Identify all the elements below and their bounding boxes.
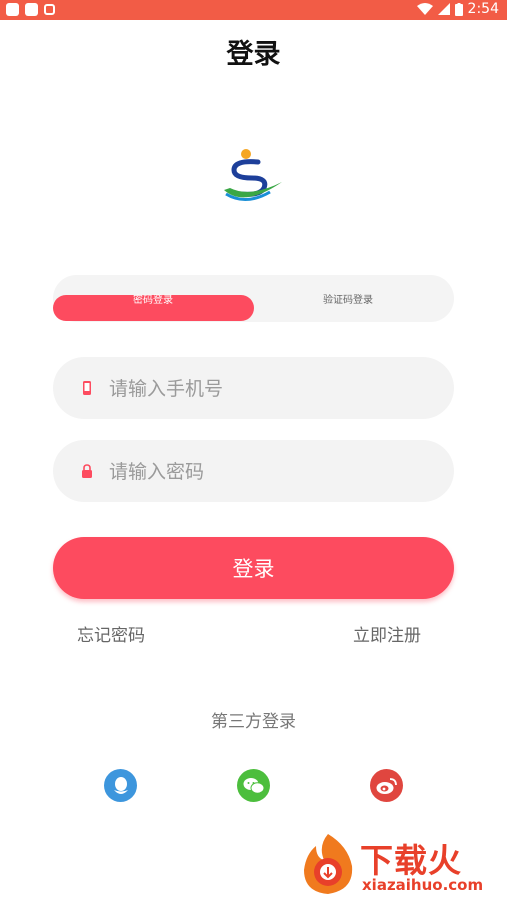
qq-login-button[interactable] (104, 769, 137, 802)
tab-code-login[interactable]: 验证码登录 (323, 291, 373, 306)
weibo-icon (376, 777, 397, 794)
notification-icons (6, 3, 55, 16)
app-logo (224, 149, 282, 201)
register-link[interactable]: 立即注册 (353, 621, 421, 646)
phone-field[interactable] (53, 357, 454, 419)
qq-icon (113, 776, 128, 794)
system-icons: 2:54 (416, 1, 499, 17)
login-button[interactable]: 登录 (53, 537, 454, 599)
third-party-title: 第三方登录 (211, 712, 296, 732)
watermark-text: 下载火 (360, 841, 462, 880)
lock-icon (82, 464, 92, 478)
wechat-icon (243, 777, 264, 794)
watermark: 下载火 xiazaihuo.com (298, 832, 503, 896)
status-bar: 2:54 (0, 0, 507, 20)
signal-icon (437, 3, 450, 15)
tab-password-login[interactable]: 密码登录 (133, 291, 173, 306)
page-title: 登录 (226, 39, 281, 70)
clock: 2:54 (467, 1, 499, 17)
notification-icon (6, 3, 19, 16)
image-notification-icon (44, 4, 55, 15)
phone-input[interactable] (107, 373, 431, 405)
notification-icon (25, 3, 38, 16)
wifi-icon (416, 3, 433, 15)
weibo-login-button[interactable] (370, 769, 403, 802)
fire-logo-icon (304, 834, 353, 894)
wechat-login-button[interactable] (237, 769, 270, 802)
forgot-password-link[interactable]: 忘记密码 (77, 621, 145, 646)
watermark-url: xiazaihuo.com (362, 876, 484, 894)
password-field[interactable] (53, 440, 454, 502)
phone-icon (83, 381, 91, 395)
password-input[interactable] (107, 456, 431, 488)
battery-icon (454, 2, 463, 16)
login-mode-tabs: 密码登录 验证码登录 (53, 275, 454, 322)
